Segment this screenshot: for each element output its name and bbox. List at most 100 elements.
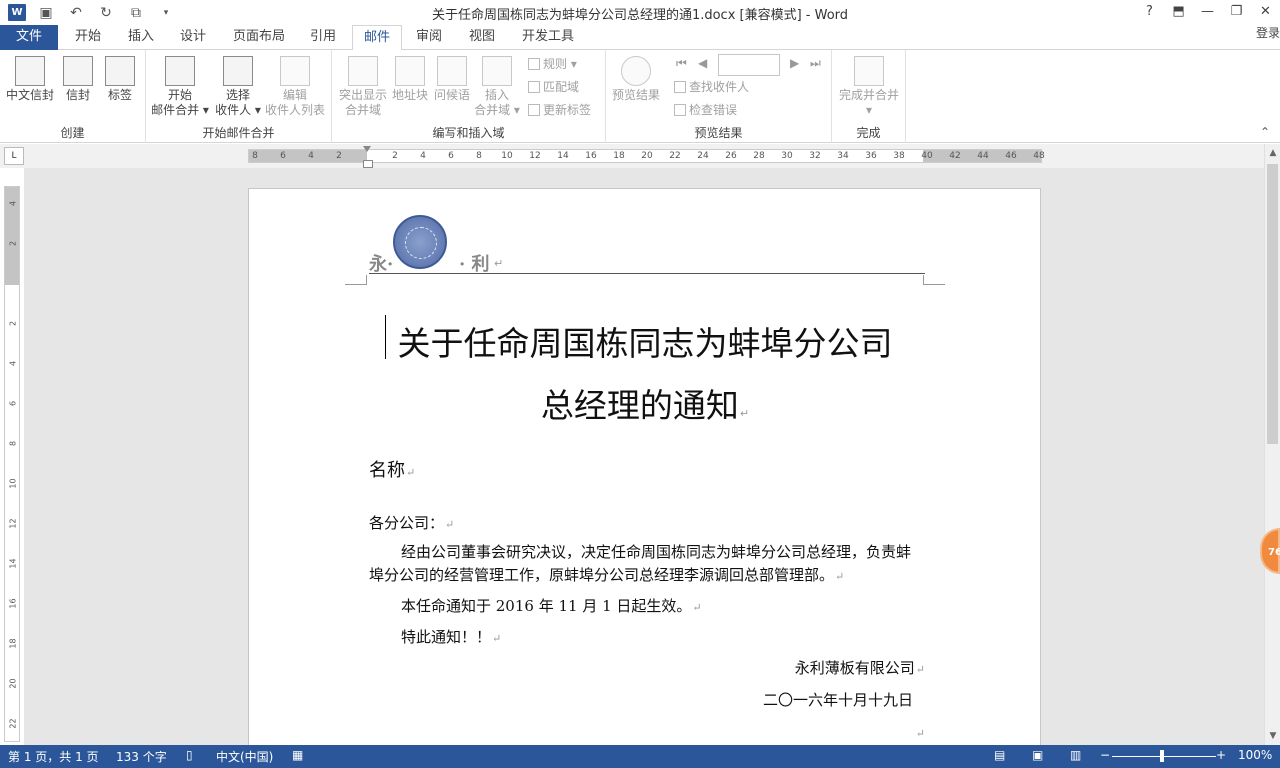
page-count[interactable]: 第 1 页，共 1 页: [8, 748, 99, 765]
scroll-up-icon[interactable]: ▲: [1265, 146, 1280, 160]
crop-mark: [923, 275, 945, 285]
greeting-line-button[interactable]: 问候语: [432, 56, 472, 103]
address-block-button[interactable]: 地址块: [390, 56, 430, 103]
body-paragraph-1[interactable]: 经由公司董事会研究决议，决定任命周国栋同志为蚌埠分公司总经理，负责蚌埠分公司的经…: [369, 541, 925, 588]
body-paragraph-2[interactable]: 本任命通知于 2016 年 11 月 1 日起生效。↵: [369, 595, 925, 619]
zoom-out-button[interactable]: −: [1100, 748, 1110, 762]
select-recipients-button[interactable]: 选择 收件人 ▾: [212, 56, 264, 118]
tab-review[interactable]: 审阅: [406, 25, 452, 50]
greeting-icon: [437, 56, 467, 86]
body-paragraph-3[interactable]: 特此通知！！↵: [369, 626, 925, 650]
collapse-ribbon-icon[interactable]: ⌃: [1260, 125, 1270, 139]
first-record-icon[interactable]: ⏮: [676, 56, 687, 71]
group-label: 预览结果: [694, 126, 743, 140]
chinese-envelope-button[interactable]: 中文信封: [4, 56, 56, 103]
find-recipient-button[interactable]: 查找收件人: [674, 79, 749, 95]
ruler-tick-label: 20: [641, 151, 653, 161]
next-record-icon[interactable]: ▶: [790, 56, 799, 70]
salutation[interactable]: 各分公司：↵: [369, 512, 925, 536]
letterhead-rule: [369, 273, 925, 274]
tab-selector[interactable]: L: [4, 147, 24, 165]
vertical-ruler[interactable]: 4 2 2 4 6 8 10 12 14 16 18 20 22: [4, 186, 20, 742]
title-bar: W ▣ ↶ ↻ ⧉ ▾ 关于任命周国栋同志为蚌埠分公司总经理的通1.docx […: [0, 0, 1280, 26]
ruler-tick-label: 8: [476, 151, 482, 161]
word-count[interactable]: 133 个字: [116, 748, 167, 765]
proofing-icon[interactable]: ▯: [186, 748, 193, 762]
address-block-icon: [395, 56, 425, 86]
preview-results-button[interactable]: 预览结果: [610, 56, 662, 103]
tab-mailings[interactable]: 邮件: [352, 25, 402, 51]
document-title-line2[interactable]: 总经理的通知↵: [345, 379, 945, 427]
ribbon-display-options-icon[interactable]: ⬒: [1164, 0, 1193, 24]
ruler-tick-label: 22: [8, 718, 18, 729]
labels-button[interactable]: 标签: [102, 56, 138, 103]
document-title-line1[interactable]: 关于任命周国栋同志为蚌埠分公司: [345, 317, 945, 365]
login-link[interactable]: 登录: [1256, 25, 1280, 41]
rules-icon: [528, 58, 540, 70]
edit-recipient-list-button[interactable]: 编辑 收件人列表: [264, 56, 326, 118]
update-labels-button[interactable]: 更新标签: [528, 102, 591, 118]
tab-design[interactable]: 设计: [170, 25, 216, 50]
restore-icon[interactable]: ❐: [1222, 0, 1251, 24]
tab-developer[interactable]: 开发工具: [512, 25, 584, 50]
read-mode-icon[interactable]: ▤: [994, 748, 1005, 762]
scroll-thumb[interactable]: [1267, 164, 1278, 444]
tab-view[interactable]: 视图: [458, 25, 506, 50]
ruler-tick-label: 20: [8, 678, 18, 689]
ruler-tick-label: 26: [725, 151, 737, 161]
tab-references[interactable]: 引用: [300, 25, 346, 50]
ruler-tick-label: 18: [613, 151, 625, 161]
previous-record-icon[interactable]: ◀: [698, 56, 707, 70]
group-create: 中文信封 信封 标签 创建: [0, 50, 146, 143]
language-indicator[interactable]: 中文(中国): [216, 748, 273, 765]
document-page[interactable]: 永· · 利 ↵ 关于任命周国栋同志为蚌埠分公司 总经理的通知↵ 名称↵ 各分公…: [248, 188, 1041, 745]
ruler-tick-label: 4: [308, 151, 314, 161]
letterhead: 永· · 利 ↵: [369, 215, 925, 285]
tab-file[interactable]: 文件: [0, 25, 58, 50]
zoom-level[interactable]: 100%: [1238, 748, 1272, 762]
start-mail-merge-button[interactable]: 开始 邮件合并 ▾: [150, 56, 210, 118]
signature-date[interactable]: 二〇一六年十月十九日: [369, 689, 925, 712]
ruler-tick-label: 6: [448, 151, 454, 161]
scroll-down-icon[interactable]: ▼: [1265, 729, 1280, 743]
minimize-icon[interactable]: —: [1193, 0, 1222, 24]
ruler-tick-label: 22: [669, 151, 681, 161]
recipients-icon: [223, 56, 253, 86]
document-icon: [165, 56, 195, 86]
last-record-icon[interactable]: ⏭: [810, 56, 821, 71]
window-controls: ? ⬒ — ❐ ✕: [1135, 0, 1280, 24]
print-layout-icon[interactable]: ▣: [1032, 748, 1043, 762]
ruler-tick-label: 32: [809, 151, 821, 161]
ruler-tick-label: 12: [529, 151, 541, 161]
macro-icon[interactable]: ▦: [292, 748, 303, 762]
close-icon[interactable]: ✕: [1251, 0, 1280, 24]
vertical-scrollbar[interactable]: ▲ ▼: [1264, 144, 1280, 745]
group-finish: 完成并合并 ▾ 完成: [832, 50, 906, 143]
web-layout-icon[interactable]: ▥: [1070, 748, 1081, 762]
document-canvas[interactable]: 永· · 利 ↵ 关于任命周国栋同志为蚌埠分公司 总经理的通知↵ 名称↵ 各分公…: [24, 168, 1264, 745]
zoom-in-button[interactable]: +: [1216, 748, 1226, 762]
check-errors-button[interactable]: 检查错误: [674, 102, 737, 118]
rules-button[interactable]: 规则 ▾: [528, 56, 577, 72]
zoom-slider[interactable]: [1112, 756, 1216, 757]
indent-marker[interactable]: [363, 146, 373, 168]
envelope-button[interactable]: 信封: [60, 56, 96, 103]
match-fields-button[interactable]: 匹配域: [528, 79, 579, 95]
horizontal-ruler[interactable]: 8 6 4 2 2 4 6 8 10 12 14 16 18 20 22 24 26 28 30 32 34 36 38 40…: [248, 146, 1045, 168]
tab-insert[interactable]: 插入: [118, 25, 164, 50]
record-number-input[interactable]: [718, 54, 780, 76]
name-field[interactable]: 名称↵: [369, 459, 925, 484]
empty-paragraph[interactable]: ↵: [369, 721, 925, 745]
ruler-tick-label: 2: [392, 151, 398, 161]
zoom-slider-handle[interactable]: [1160, 750, 1164, 762]
ruler-tick-label: 24: [697, 151, 709, 161]
help-button[interactable]: ?: [1135, 0, 1164, 24]
finish-and-merge-button[interactable]: 完成并合并 ▾: [836, 56, 902, 118]
highlight-merge-fields-button[interactable]: 突出显示 合并域: [336, 56, 390, 118]
tab-home[interactable]: 开始: [64, 25, 112, 50]
tab-page-layout[interactable]: 页面布局: [222, 25, 296, 50]
company-signature[interactable]: 永利薄板有限公司↵: [369, 657, 925, 681]
ruler-tick-label: 16: [585, 151, 597, 161]
group-start-mail-merge: 开始 邮件合并 ▾ 选择 收件人 ▾ 编辑 收件人列表 开始邮件合并: [146, 50, 332, 143]
insert-merge-field-button[interactable]: 插入 合并域 ▾: [474, 56, 520, 118]
